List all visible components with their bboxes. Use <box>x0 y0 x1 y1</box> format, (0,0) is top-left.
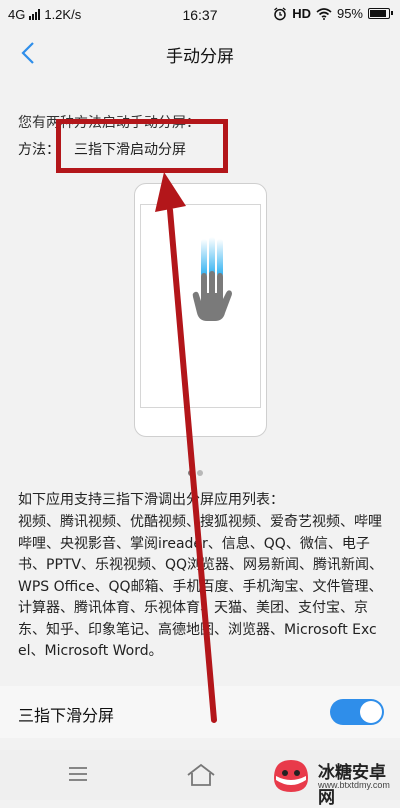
wifi-icon <box>316 7 332 20</box>
highlight-box <box>56 119 228 173</box>
switch-knob <box>360 701 382 723</box>
menu-icon[interactable] <box>66 762 90 786</box>
method-label: 方法： <box>18 142 60 158</box>
status-right: HD 95% <box>273 6 393 21</box>
watermark-logo-icon <box>274 760 308 792</box>
alarm-icon <box>274 6 287 20</box>
hd-badge: HD <box>292 6 311 21</box>
battery-icon <box>368 8 393 19</box>
apps-list: 视频、腾讯视频、优酷视频、搜狐视频、爱奇艺视频、哔哩哔哩、央视影音、掌阅irea… <box>18 514 384 659</box>
three-finger-split-switch[interactable] <box>330 699 384 725</box>
carousel-dot-2[interactable] <box>197 470 203 476</box>
phone-illustration <box>134 183 267 437</box>
phone-screen <box>140 204 261 408</box>
setting-label: 三指下滑分屏 <box>18 706 115 725</box>
watermark-url: www.btxtdmy.com <box>318 780 390 790</box>
watermark: 冰糖安卓网 www.btxtdmy.com <box>266 755 398 808</box>
three-finger-split-setting[interactable]: 三指下滑分屏 <box>0 686 400 738</box>
carousel-dot-1[interactable] <box>188 470 194 476</box>
battery-percent: 95% <box>336 6 363 21</box>
page-title: 手动分屏 <box>166 47 234 67</box>
three-finger-swipe-down-icon <box>192 237 232 321</box>
carousel-dots <box>188 470 203 476</box>
status-bar: 4G 1.2K/s 16:37 HD 95% <box>0 0 400 30</box>
apps-heading: 如下应用支持三指下滑调出分屏应用列表： <box>18 492 284 508</box>
nav-bar: 手动分屏 <box>0 30 400 76</box>
home-icon[interactable] <box>186 762 216 788</box>
battery-fill <box>370 10 387 17</box>
